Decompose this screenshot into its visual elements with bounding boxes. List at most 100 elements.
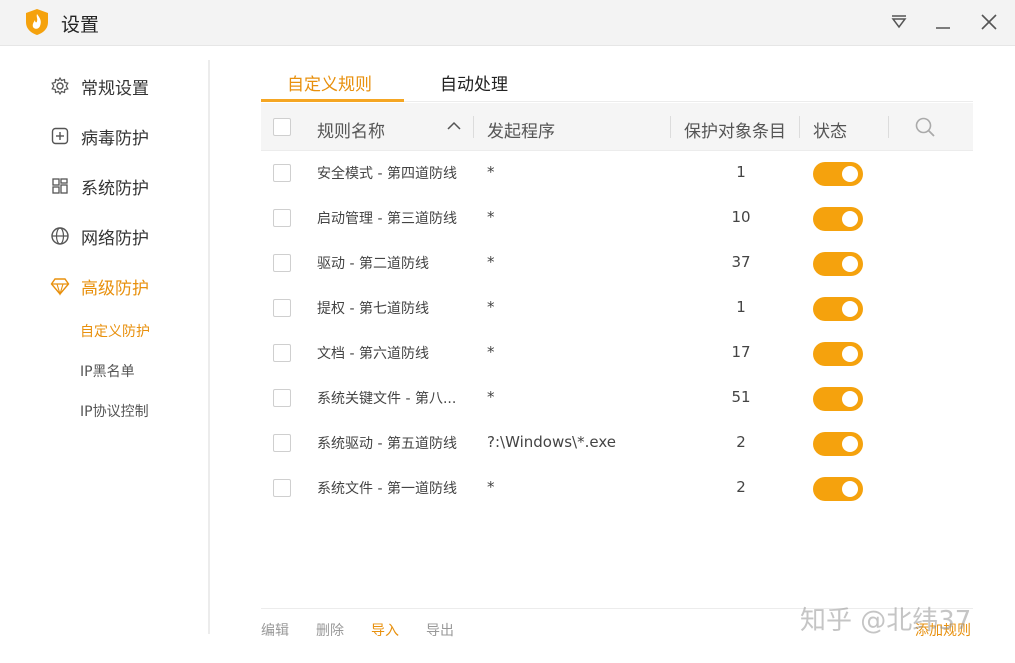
status-toggle[interactable] (813, 477, 863, 501)
active-tab-indicator (261, 99, 404, 102)
rule-count: 2 (736, 478, 746, 496)
column-header-count[interactable]: 保护对象条目 (684, 117, 786, 142)
table-row[interactable]: 启动管理 - 第三道防线 * 10 (261, 196, 973, 241)
row-checkbox[interactable] (273, 299, 291, 317)
sidebar-item-general[interactable]: 常规设置 (50, 72, 149, 100)
rule-program: * (487, 343, 495, 361)
sidebar-item-network[interactable]: 网络防护 (50, 222, 149, 250)
sidebar-item-label: 病毒防护 (81, 128, 149, 149)
column-separator (473, 116, 474, 138)
sidebar-item-advanced[interactable]: 高级防护 (50, 272, 149, 300)
status-toggle[interactable] (813, 297, 863, 321)
table-row[interactable]: 系统文件 - 第一道防线 * 2 (261, 466, 973, 511)
table-row[interactable]: 系统关键文件 - 第八... * 51 (261, 376, 973, 421)
delete-button[interactable]: 删除 (316, 620, 344, 640)
sidebar-divider (208, 60, 210, 634)
column-header-status[interactable]: 状态 (813, 117, 847, 142)
rule-name: 安全模式 - 第四道防线 (317, 166, 457, 182)
edit-button[interactable]: 编辑 (261, 620, 289, 640)
rule-program: * (487, 208, 495, 226)
rule-name: 系统文件 - 第一道防线 (317, 481, 457, 497)
rule-program: * (487, 253, 495, 271)
table-header: 规则名称 发起程序 保护对象条目 状态 (261, 103, 973, 151)
toggle-knob (842, 256, 858, 272)
rule-count: 17 (731, 343, 751, 361)
diamond-icon (50, 278, 70, 296)
rule-name: 提权 - 第七道防线 (317, 301, 429, 317)
rule-count: 51 (731, 388, 751, 406)
app-logo-icon (26, 9, 48, 35)
plus-square-icon (51, 127, 69, 145)
rule-program: * (487, 163, 495, 181)
table-row[interactable]: 系统驱动 - 第五道防线 ?:\Windows\*.exe 2 (261, 421, 973, 466)
status-toggle[interactable] (813, 342, 863, 366)
toggle-knob (842, 301, 858, 317)
table-row[interactable]: 提权 - 第七道防线 * 1 (261, 286, 973, 331)
status-toggle[interactable] (813, 387, 863, 411)
sidebar-item-label: 高级防护 (81, 278, 149, 299)
toggle-knob (842, 166, 858, 182)
row-checkbox[interactable] (273, 344, 291, 362)
rule-program: ?:\Windows\*.exe (487, 433, 616, 451)
select-all-checkbox[interactable] (273, 118, 291, 136)
sidebar-item-label: 网络防护 (81, 228, 149, 249)
rule-program: * (487, 298, 495, 316)
status-toggle[interactable] (813, 207, 863, 231)
row-checkbox[interactable] (273, 389, 291, 407)
table-row[interactable]: 安全模式 - 第四道防线 * 1 (261, 151, 973, 196)
close-icon[interactable] (978, 11, 1000, 33)
rule-count: 37 (731, 253, 751, 271)
dropdown-triangle-icon[interactable] (888, 11, 910, 33)
tab-auto-handle[interactable]: 自动处理 (440, 70, 508, 95)
sidebar-item-system[interactable]: 系统防护 (50, 172, 149, 200)
column-separator (799, 116, 800, 138)
column-header-program[interactable]: 发起程序 (487, 117, 555, 142)
column-separator (670, 116, 671, 138)
status-toggle[interactable] (813, 252, 863, 276)
row-checkbox[interactable] (273, 209, 291, 227)
import-button[interactable]: 导入 (371, 620, 399, 640)
toggle-knob (842, 211, 858, 227)
status-toggle[interactable] (813, 162, 863, 186)
status-toggle[interactable] (813, 432, 863, 456)
row-checkbox[interactable] (273, 164, 291, 182)
row-checkbox[interactable] (273, 479, 291, 497)
table-row[interactable]: 驱动 - 第二道防线 * 37 (261, 241, 973, 286)
window-title: 设置 (61, 14, 100, 36)
rule-count: 1 (736, 163, 746, 181)
rule-program: * (487, 388, 495, 406)
rule-name: 驱动 - 第二道防线 (317, 256, 429, 272)
title-bar: 设置 (0, 0, 1015, 46)
toggle-knob (842, 346, 858, 362)
column-header-name[interactable]: 规则名称 (317, 117, 385, 142)
tab-custom-rules[interactable]: 自定义规则 (287, 70, 372, 95)
rule-name: 启动管理 - 第三道防线 (317, 211, 457, 227)
sidebar-subitem-custom-protection[interactable]: 自定义防护 (80, 321, 150, 341)
sort-chevron-up-icon[interactable] (447, 121, 461, 131)
globe-icon (51, 227, 69, 245)
export-button[interactable]: 导出 (426, 620, 454, 640)
row-checkbox[interactable] (273, 254, 291, 272)
grid-icon (52, 178, 68, 194)
toggle-knob (842, 436, 858, 452)
row-checkbox[interactable] (273, 434, 291, 452)
rule-name: 文档 - 第六道防线 (317, 346, 429, 362)
minimize-icon[interactable] (932, 11, 954, 33)
toggle-knob (842, 391, 858, 407)
rule-count: 2 (736, 433, 746, 451)
gear-icon (51, 76, 69, 96)
toggle-knob (842, 481, 858, 497)
rule-count: 1 (736, 298, 746, 316)
rule-count: 10 (731, 208, 751, 226)
table-row[interactable]: 文档 - 第六道防线 * 17 (261, 331, 973, 376)
sidebar-item-label: 常规设置 (81, 78, 149, 99)
sidebar-item-label: 系统防护 (81, 178, 149, 199)
search-icon[interactable] (914, 116, 936, 138)
sidebar-subitem-ip-blacklist[interactable]: IP黑名单 (80, 361, 135, 381)
sidebar-item-virus[interactable]: 病毒防护 (50, 122, 149, 150)
sidebar-subitem-ip-protocol[interactable]: IP协议控制 (80, 401, 149, 421)
watermark: 知乎 @北纬37 (800, 606, 972, 636)
rule-name: 系统驱动 - 第五道防线 (317, 436, 457, 452)
column-separator (888, 116, 889, 138)
rule-name: 系统关键文件 - 第八... (317, 391, 457, 407)
